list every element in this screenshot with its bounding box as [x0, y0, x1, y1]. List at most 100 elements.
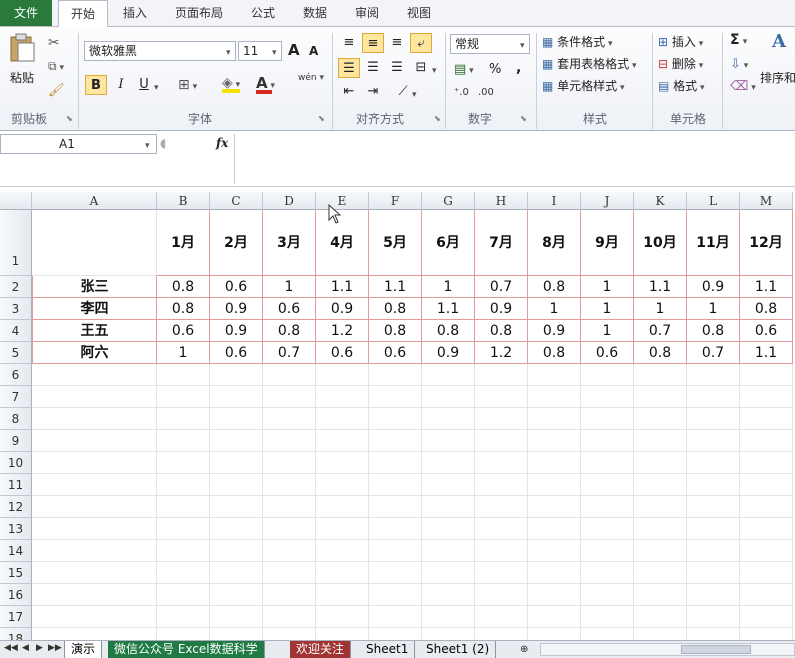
empty-cell[interactable] [369, 408, 422, 430]
empty-cell[interactable] [740, 364, 793, 386]
empty-cell[interactable] [581, 518, 634, 540]
empty-cell[interactable] [687, 474, 740, 496]
empty-cell[interactable] [157, 430, 210, 452]
empty-cell[interactable] [528, 364, 581, 386]
empty-cell[interactable] [369, 540, 422, 562]
month-header-cell[interactable]: 5月 [369, 210, 422, 276]
empty-cell[interactable] [210, 430, 263, 452]
empty-cell[interactable] [581, 408, 634, 430]
empty-cell[interactable] [687, 518, 740, 540]
value-cell[interactable]: 0.9 [528, 320, 581, 342]
number-format-select[interactable]: 常规 [450, 34, 530, 54]
row-header[interactable]: 15 [0, 562, 32, 584]
empty-cell[interactable] [528, 540, 581, 562]
empty-cell[interactable] [422, 562, 475, 584]
paste-button[interactable] [8, 33, 38, 67]
value-cell[interactable]: 0.7 [475, 276, 528, 298]
value-cell[interactable]: 0.6 [581, 342, 634, 364]
empty-cell[interactable] [687, 386, 740, 408]
empty-cell[interactable] [32, 364, 157, 386]
empty-cell[interactable] [157, 584, 210, 606]
empty-cell[interactable] [32, 430, 157, 452]
font-color-button[interactable]: A ▾ [256, 74, 275, 94]
row-header[interactable]: 2 [0, 276, 32, 298]
autosum-button[interactable]: Σ ▾ [730, 32, 747, 48]
delete-cells-button[interactable]: ⊟ 删除 ▾ [658, 55, 703, 72]
value-cell[interactable]: 0.8 [369, 320, 422, 342]
empty-cell[interactable] [316, 606, 369, 628]
value-cell[interactable]: 1.1 [422, 298, 475, 320]
empty-cell[interactable] [687, 540, 740, 562]
empty-cell[interactable] [687, 562, 740, 584]
column-header[interactable]: D [263, 192, 316, 210]
empty-cell[interactable] [687, 452, 740, 474]
font-launcher-icon[interactable]: ⬊ [318, 114, 325, 123]
empty-cell[interactable] [369, 562, 422, 584]
number-launcher-icon[interactable]: ⬊ [520, 114, 527, 123]
row-header[interactable]: 18 [0, 628, 32, 640]
empty-cell[interactable] [157, 386, 210, 408]
empty-cell[interactable] [210, 474, 263, 496]
empty-cell[interactable] [422, 474, 475, 496]
empty-cell[interactable] [740, 584, 793, 606]
empty-cell[interactable] [210, 584, 263, 606]
value-cell[interactable]: 0.8 [369, 298, 422, 320]
empty-cell[interactable] [263, 452, 316, 474]
empty-cell[interactable] [475, 430, 528, 452]
empty-cell[interactable] [32, 584, 157, 606]
empty-cell[interactable] [157, 562, 210, 584]
value-cell[interactable]: 0.8 [634, 342, 687, 364]
value-cell[interactable]: 1 [581, 298, 634, 320]
row-header[interactable]: 14 [0, 540, 32, 562]
orientation-icon[interactable]: ⟋ [392, 82, 414, 102]
empty-cell[interactable] [157, 474, 210, 496]
name-box[interactable]: A1 [0, 134, 157, 154]
column-header[interactable]: I [528, 192, 581, 210]
empty-cell[interactable] [316, 430, 369, 452]
name-cell[interactable]: 阿六 [32, 342, 157, 364]
worksheet-grid[interactable]: A B C D E F G H I J K L M 1 2 3 4 5 6 7 8 9 10 11 12 13 14 15 16 17 18… [0, 192, 795, 640]
decrease-decimal-icon[interactable]: .00 [478, 87, 494, 98]
month-header-cell[interactable]: 12月 [740, 210, 793, 276]
empty-cell[interactable] [157, 364, 210, 386]
next-sheet-icon[interactable]: ▶ [36, 643, 43, 653]
align-top-icon[interactable]: ≡ [338, 33, 360, 53]
empty-cell[interactable] [32, 408, 157, 430]
insert-function-button[interactable]: fx [216, 136, 228, 150]
empty-cell[interactable] [369, 628, 422, 640]
empty-cell[interactable] [740, 628, 793, 640]
empty-cell[interactable] [369, 518, 422, 540]
shrink-font-button[interactable]: A [309, 44, 318, 58]
value-cell[interactable]: 0.9 [687, 276, 740, 298]
value-cell[interactable]: 1 [581, 320, 634, 342]
empty-cell[interactable] [740, 386, 793, 408]
sheet-tab[interactable]: 欢迎关注 [290, 641, 352, 658]
empty-cell[interactable] [263, 408, 316, 430]
empty-cell[interactable] [210, 364, 263, 386]
empty-cell[interactable] [369, 430, 422, 452]
empty-cell[interactable] [422, 606, 475, 628]
empty-cell[interactable] [581, 430, 634, 452]
column-header[interactable]: B [157, 192, 210, 210]
month-header-cell[interactable]: 10月 [634, 210, 687, 276]
row-header[interactable]: 1 [0, 210, 32, 276]
empty-cell[interactable] [210, 628, 263, 640]
format-cells-button[interactable]: ▤ 格式 ▾ [658, 77, 705, 94]
row-header[interactable]: 8 [0, 408, 32, 430]
empty-cell[interactable] [422, 518, 475, 540]
empty-cell[interactable] [634, 540, 687, 562]
align-bottom-icon[interactable]: ≡ [386, 33, 408, 53]
fill-color-button[interactable]: ◈ ▾ [222, 75, 240, 93]
empty-cell[interactable] [316, 386, 369, 408]
empty-cell[interactable] [263, 518, 316, 540]
empty-cell[interactable] [528, 496, 581, 518]
empty-cell[interactable] [740, 496, 793, 518]
empty-cell[interactable] [687, 628, 740, 640]
empty-cell[interactable] [316, 364, 369, 386]
value-cell[interactable]: 1 [157, 342, 210, 364]
empty-cell[interactable] [475, 606, 528, 628]
value-cell[interactable]: 0.7 [634, 320, 687, 342]
empty-cell[interactable] [528, 518, 581, 540]
row-header[interactable]: 6 [0, 364, 32, 386]
conditional-format-button[interactable]: ▦ 条件格式 ▾ [542, 33, 613, 50]
